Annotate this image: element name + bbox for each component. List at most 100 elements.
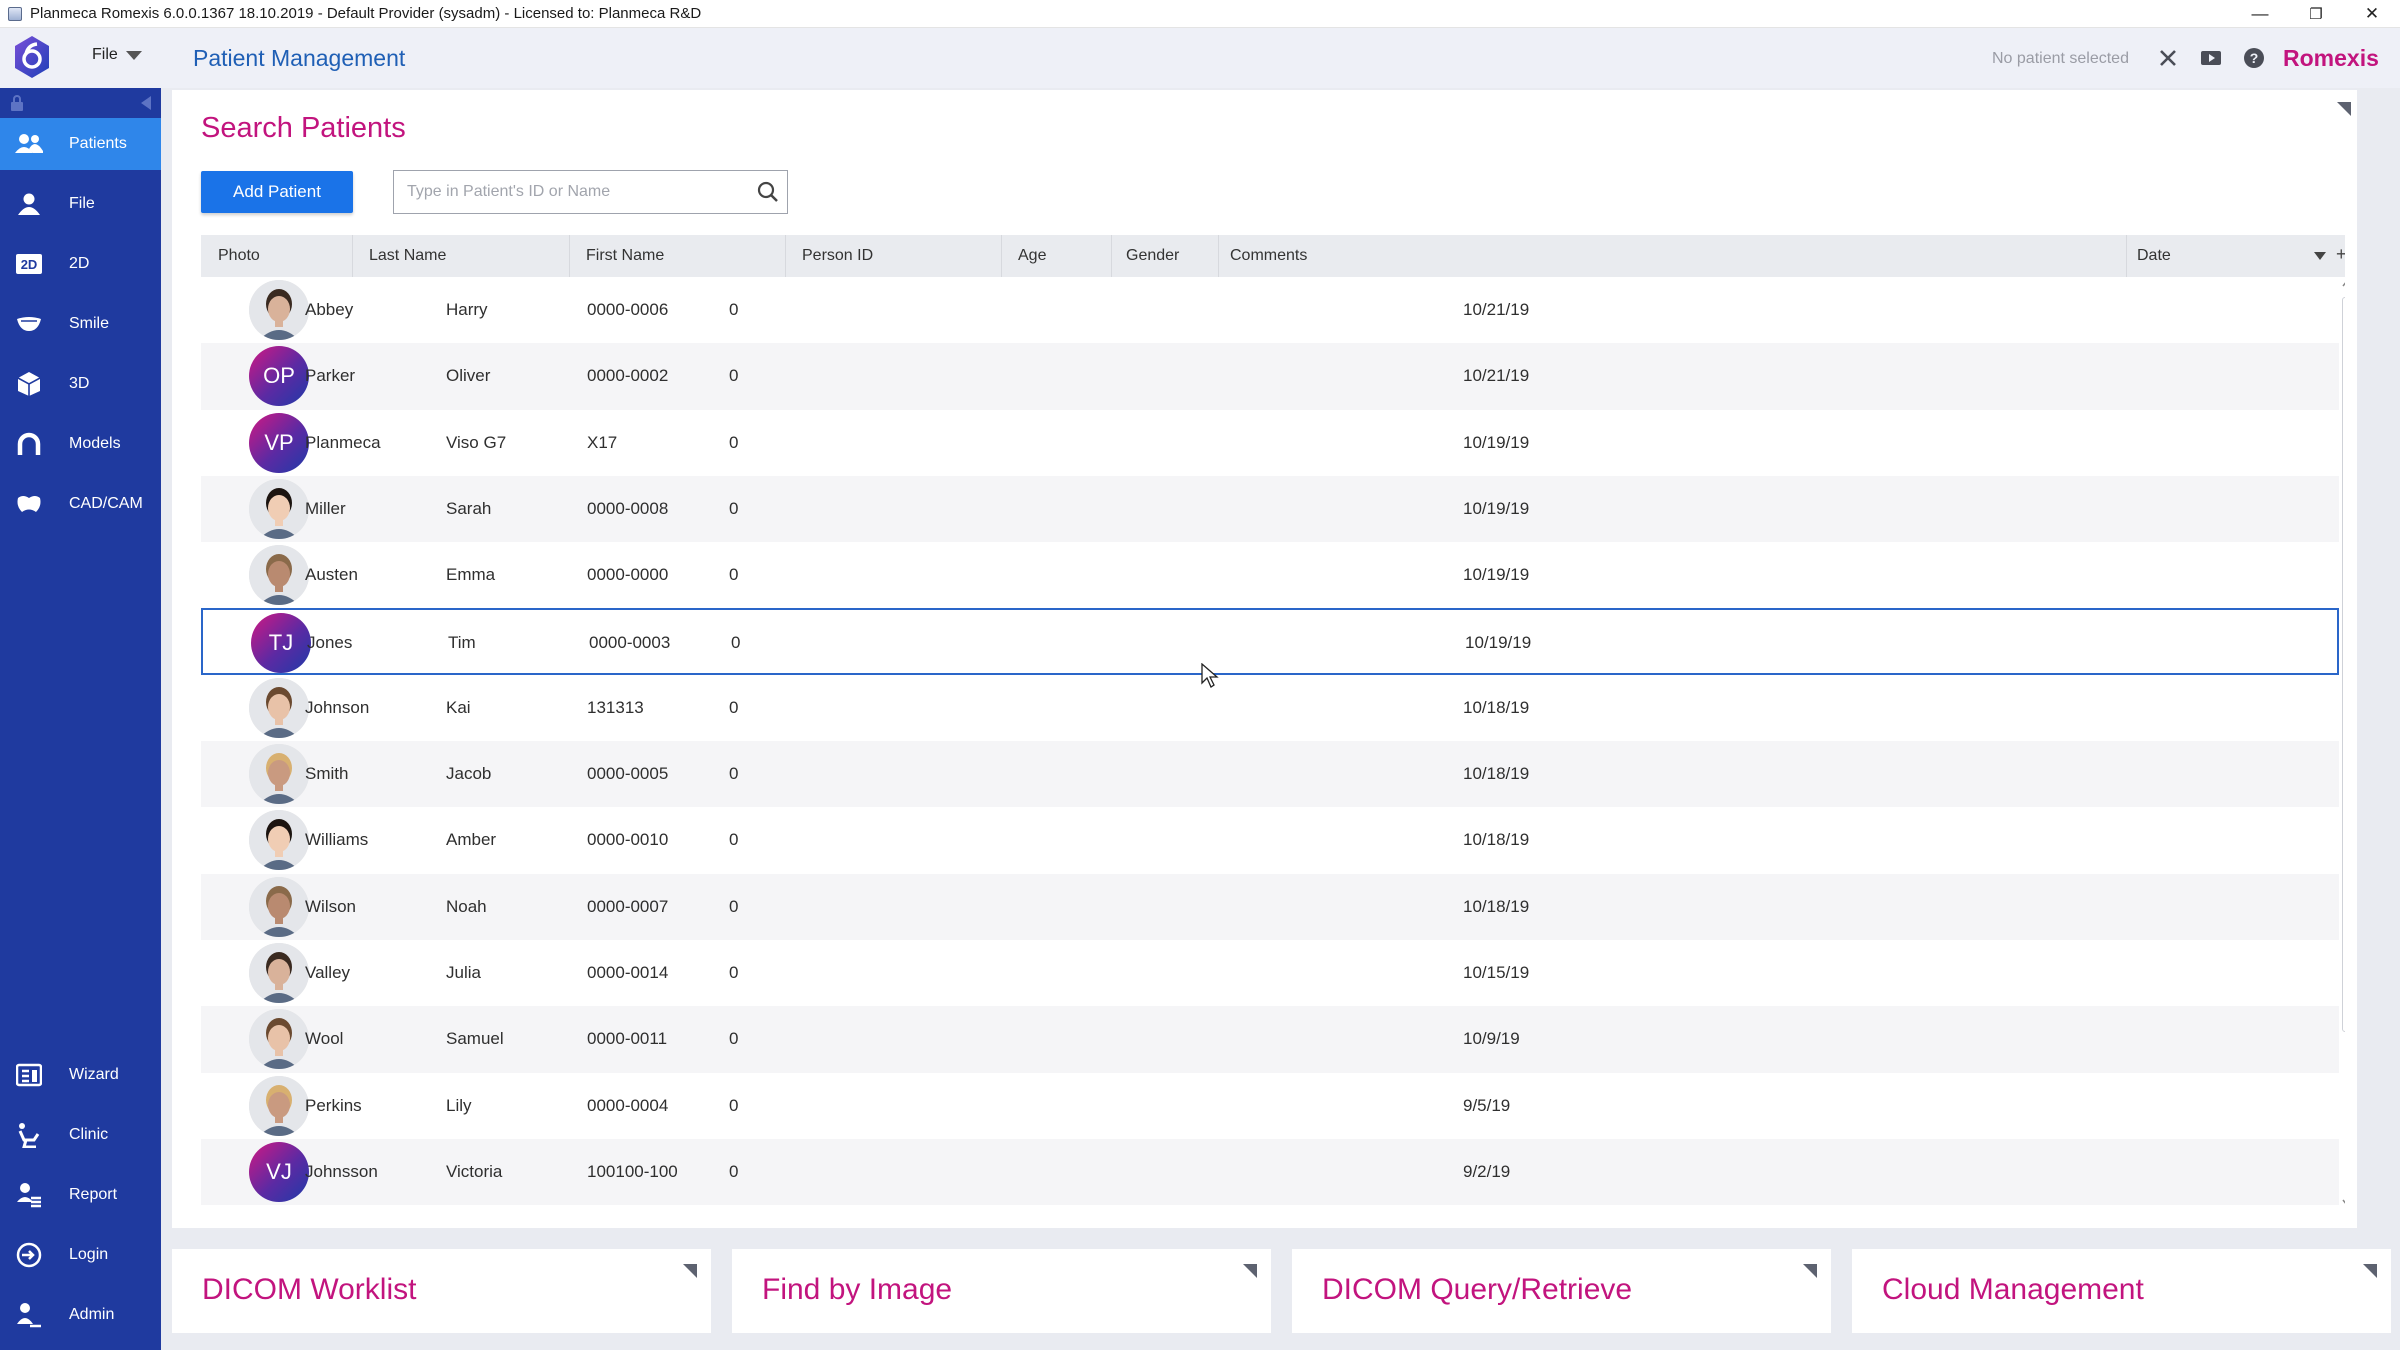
- scroll-down-icon[interactable]: [2342, 1199, 2345, 1207]
- patient-search-input[interactable]: [394, 171, 744, 213]
- age-cell: 0: [729, 896, 739, 916]
- sidebar-item-models[interactable]: Models: [0, 418, 161, 470]
- table-scrollbar[interactable]: [2339, 277, 2345, 1213]
- svg-text:?: ?: [2250, 50, 2259, 66]
- expand-panel-icon[interactable]: [683, 1264, 697, 1278]
- table-row[interactable]: Miller Sarah 0000-0008 0 10/19/19: [201, 475, 2339, 543]
- cloud-management-panel[interactable]: Cloud Management: [1852, 1249, 2391, 1333]
- column-header-first-name[interactable]: First Name: [569, 235, 664, 277]
- table-row[interactable]: OP Parker Oliver 0000-0002 0 10/21/19: [201, 343, 2339, 410]
- patients-icon: [14, 129, 44, 159]
- scroll-up-icon[interactable]: [2342, 279, 2345, 287]
- sidebar-item-smile[interactable]: Smile: [0, 298, 161, 350]
- sidebar-item-patients[interactable]: Patients: [0, 118, 161, 170]
- panel-corner-icon[interactable]: [2337, 102, 2351, 116]
- table-row[interactable]: Smith Jacob 0000-0005 0 10/18/19: [201, 741, 2339, 808]
- sidebar-item-clinic[interactable]: Clinic: [0, 1109, 161, 1161]
- file-menu[interactable]: File: [92, 46, 142, 64]
- person-id-cell: 0000-0000: [587, 565, 669, 585]
- sidebar-item-admin[interactable]: Admin: [0, 1289, 161, 1341]
- sidebar-item-label: Clinic: [69, 1126, 109, 1143]
- sort-descending-icon[interactable]: [2314, 252, 2326, 260]
- find-by-image-panel[interactable]: Find by Image: [732, 1249, 1271, 1333]
- help-icon[interactable]: ?: [2240, 44, 2268, 72]
- last-name-cell: Austen: [305, 565, 358, 585]
- expand-panel-icon[interactable]: [1243, 1264, 1257, 1278]
- sidebar-item-3d[interactable]: 3D: [0, 358, 161, 410]
- page-title: Patient Management: [193, 45, 406, 71]
- table-row[interactable]: Austen Emma 0000-0000 0 10/19/19: [201, 542, 2339, 608]
- panel-title: Cloud Management: [1882, 1273, 2144, 1306]
- age-cell: 0: [729, 697, 739, 717]
- person-id-cell: 0000-0003: [589, 633, 671, 653]
- column-header-photo[interactable]: Photo: [201, 235, 260, 277]
- sidebar-item-label: Wizard: [69, 1066, 119, 1083]
- add-patient-button[interactable]: Add Patient: [201, 171, 353, 213]
- last-name-cell: Miller: [305, 498, 346, 518]
- table-row[interactable]: Johnson Kai 131313 0 10/18/19: [201, 675, 2339, 741]
- romexis-logo-icon[interactable]: [12, 34, 52, 80]
- sidebar-item-label: Smile: [69, 315, 110, 332]
- dicom-worklist-panel[interactable]: DICOM Worklist: [172, 1249, 711, 1333]
- close-icon[interactable]: [2154, 44, 2182, 72]
- table-row[interactable]: Perkins Lily 0000-0004 0 9/5/19: [201, 1073, 2339, 1139]
- column-header-date[interactable]: Date: [2120, 235, 2171, 277]
- column-header-last-name[interactable]: Last Name: [352, 235, 446, 277]
- sidebar-item-label: Patients: [69, 135, 127, 152]
- expand-panel-icon[interactable]: [1803, 1264, 1817, 1278]
- table-row[interactable]: Wilson Noah 0000-0007 0 10/18/19: [201, 873, 2339, 940]
- minimize-button[interactable]: —: [2232, 0, 2288, 28]
- patient-avatar: TJ: [251, 613, 311, 674]
- sidebar-item-2d[interactable]: 2D 2D: [0, 238, 161, 290]
- age-cell: 0: [729, 432, 739, 452]
- sidebar-item-login[interactable]: Login: [0, 1229, 161, 1281]
- expand-panel-icon[interactable]: [2363, 1264, 2377, 1278]
- person-id-cell: 0000-0006: [587, 300, 669, 319]
- date-cell: 10/21/19: [1463, 366, 1530, 386]
- first-name-cell: Julia: [446, 962, 481, 982]
- restore-button[interactable]: ❐: [2288, 0, 2344, 28]
- dicom-query-retrieve-panel[interactable]: DICOM Query/Retrieve: [1292, 1249, 1831, 1333]
- mouse-cursor-icon: [1201, 663, 1219, 688]
- date-cell: 9/5/19: [1463, 1095, 1511, 1115]
- first-name-cell: Samuel: [446, 1029, 504, 1049]
- column-header-age[interactable]: Age: [1001, 235, 1046, 277]
- table-row[interactable]: VP Planmeca Viso G7 X17 0 10/19/19: [201, 410, 2339, 476]
- patient-avatar: [249, 1075, 309, 1136]
- column-header-gender[interactable]: Gender: [1109, 235, 1179, 277]
- first-name-cell: Amber: [446, 830, 497, 850]
- table-row[interactable]: VJ Johnsson Victoria 100100-100 0 9/2/19: [201, 1138, 2339, 1206]
- column-header-person-id[interactable]: Person ID: [785, 235, 873, 277]
- table-row[interactable]: Williams Amber 0000-0010 0 10/18/19: [201, 807, 2339, 873]
- date-cell: 9/2/19: [1463, 1161, 1511, 1181]
- lock-icon[interactable]: [10, 95, 24, 111]
- patient-avatar: OP: [249, 346, 309, 407]
- sidebar-item-cadcam[interactable]: CAD/CAM: [0, 478, 161, 530]
- search-icon[interactable]: [757, 181, 779, 203]
- table-row[interactable]: TJ Jones Tim 0000-0003 0 10/19/19: [201, 608, 2339, 675]
- person-id-cell: 100100-100: [587, 1161, 678, 1181]
- sidebar-item-wizard[interactable]: Wizard: [0, 1049, 161, 1101]
- arch-icon: [14, 429, 44, 459]
- patient-avatar: [249, 545, 309, 606]
- smile-icon: [14, 309, 44, 339]
- table-row[interactable]: Abbey Harry 0000-0006 0 10/21/19: [201, 277, 2339, 343]
- add-column-icon[interactable]: +: [2336, 244, 2345, 265]
- first-name-cell: Victoria: [446, 1161, 503, 1181]
- age-cell: 0: [729, 1029, 739, 1049]
- scrollbar-thumb[interactable]: [2342, 297, 2345, 1032]
- collapse-sidebar-icon[interactable]: [141, 96, 151, 110]
- last-name-cell: Abbey: [305, 300, 354, 319]
- patient-search-box: [393, 170, 788, 214]
- column-header-comments[interactable]: Comments: [1213, 235, 1307, 277]
- sidebar-item-file[interactable]: File: [0, 178, 161, 230]
- date-cell: 10/21/19: [1463, 300, 1530, 319]
- video-icon[interactable]: [2197, 44, 2225, 72]
- sidebar-item-report[interactable]: Report: [0, 1169, 161, 1221]
- file-menu-label: File: [92, 46, 118, 63]
- close-window-button[interactable]: ✕: [2344, 0, 2400, 28]
- age-cell: 0: [729, 1095, 739, 1115]
- table-row[interactable]: Valley Julia 0000-0014 0 10/15/19: [201, 940, 2339, 1006]
- table-row[interactable]: Wool Samuel 0000-0011 0 10/9/19: [201, 1006, 2339, 1073]
- last-name-cell: Valley: [305, 962, 351, 982]
